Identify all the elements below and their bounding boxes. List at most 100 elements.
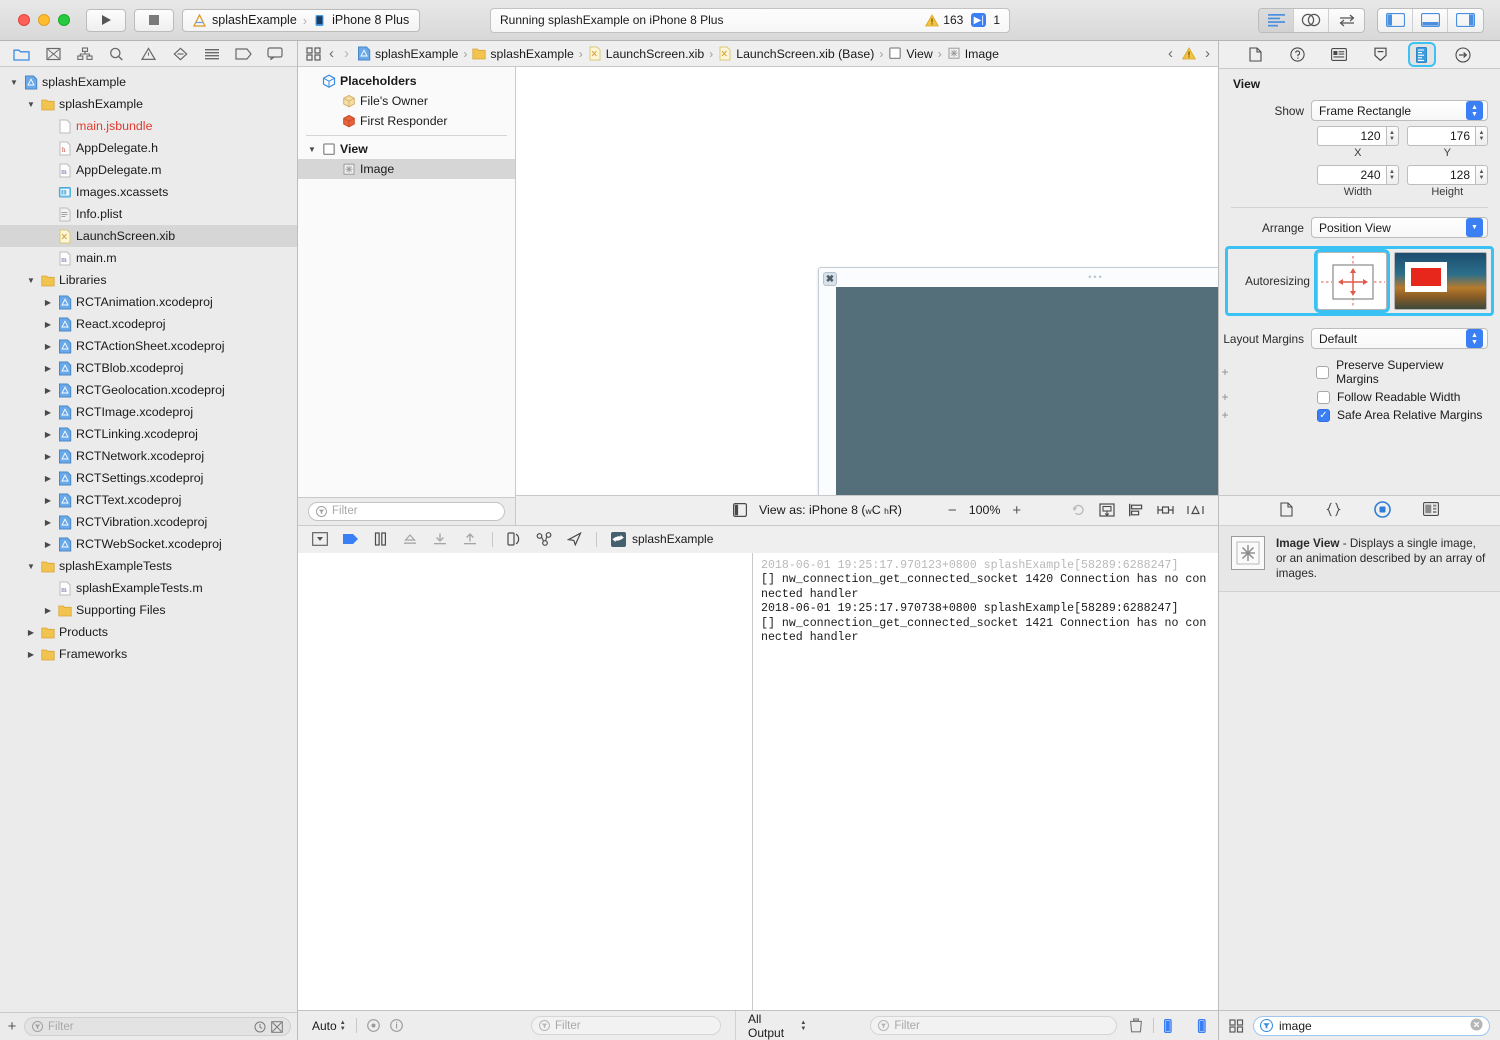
root-view[interactable] [836, 287, 1218, 525]
info-icon[interactable] [389, 1019, 403, 1032]
project-file-row[interactable]: m splashExampleTests.m [0, 577, 297, 599]
navigator-toggle-button[interactable] [1378, 8, 1413, 32]
utilities-toggle-button[interactable] [1448, 9, 1483, 32]
project-file-row[interactable]: ▶ RCTActionSheet.xcodeproj [0, 335, 297, 357]
issue-navigator-tab[interactable] [137, 45, 159, 63]
disclosure-triangle-closed-icon[interactable]: ▶ [42, 298, 54, 307]
scheme-selector[interactable]: splashExample › iPhone 8 Plus [182, 8, 421, 32]
add-constraint-icon[interactable]: + [1219, 408, 1231, 422]
source-control-navigator-tab[interactable] [42, 45, 64, 63]
project-file-row[interactable]: h AppDelegate.h [0, 137, 297, 159]
view-as-group[interactable]: View as: iPhone 8 (wC hR) − 100% + [723, 502, 1021, 519]
project-file-row[interactable]: ▼ splashExampleTests [0, 555, 297, 577]
show-variables-view-icon[interactable] [1164, 1018, 1180, 1033]
console-filter-field[interactable]: Filter [870, 1016, 1117, 1035]
disclosure-triangle-open-icon[interactable]: ▼ [25, 100, 37, 109]
zoom-out-button[interactable]: − [948, 502, 957, 519]
step-out-icon[interactable] [462, 532, 478, 546]
debug-area-toggle-button[interactable] [1413, 8, 1448, 32]
project-file-row[interactable]: main.jsbundle [0, 115, 297, 137]
variables-scope-popup[interactable]: Auto ▲ ▼ [312, 1019, 346, 1033]
breadcrumb-item[interactable]: LaunchScreen.xib (Base) [718, 46, 874, 61]
breadcrumb-item[interactable]: Image [947, 46, 999, 61]
add-constraint-icon[interactable]: + [1219, 365, 1231, 379]
width-field-group[interactable]: 240 ▲ ▼ Width [1317, 165, 1399, 198]
x-input[interactable]: 120 [1317, 126, 1386, 146]
outline-row[interactable]: ▼ View [298, 139, 515, 159]
issue-stepper[interactable]: ‹ › [1168, 45, 1210, 62]
checkbox[interactable] [1317, 390, 1330, 404]
project-file-tree[interactable]: ▼ splashExample ▼ splashExample main.jsbundl… [0, 67, 297, 1012]
outline-filter-field[interactable]: Filter [308, 501, 505, 521]
simulate-location-icon[interactable] [567, 532, 582, 546]
project-file-row[interactable]: ▶ RCTVibration.xcodeproj [0, 511, 297, 533]
margin-option-row[interactable]: + ✓ Safe Area Relative Margins [1219, 406, 1488, 424]
quick-help-inspector-tab[interactable] [1285, 44, 1309, 65]
project-file-row[interactable]: ▶ RCTNetwork.xcodeproj [0, 445, 297, 467]
disclosure-triangle-closed-icon[interactable]: ▶ [42, 320, 54, 329]
symbol-navigator-tab[interactable] [74, 45, 96, 63]
project-file-row[interactable]: ▶ RCTBlob.xcodeproj [0, 357, 297, 379]
standard-editor-button[interactable] [1259, 8, 1294, 32]
disclosure-triangle-closed-icon[interactable]: ▶ [42, 408, 54, 417]
disclosure-triangle-open-icon[interactable]: ▼ [8, 78, 20, 87]
y-input[interactable]: 176 [1406, 126, 1475, 146]
x-field-group[interactable]: 120 ▲ ▼ X [1317, 126, 1399, 159]
issue-count-group[interactable]: ▶| 1 [971, 13, 1000, 27]
margin-option-row[interactable]: + Preserve Superview Margins [1219, 356, 1488, 388]
breadcrumb-item[interactable]: splashExample [472, 46, 574, 61]
height-stepper[interactable]: ▲ ▼ [1475, 165, 1488, 185]
disclosure-triangle-open-icon[interactable]: ▼ [25, 562, 37, 571]
library-list[interactable] [1219, 592, 1500, 1010]
disclosure-triangle-closed-icon[interactable]: ▶ [42, 518, 54, 527]
step-over-icon[interactable] [402, 532, 418, 546]
disclosure-triangle-closed-icon[interactable]: ▶ [42, 430, 54, 439]
find-navigator-tab[interactable] [106, 45, 128, 63]
add-file-button[interactable]: + [6, 1018, 18, 1035]
project-file-row[interactable]: ▼ splashExample [0, 93, 297, 115]
interface-builder-canvas[interactable]: ✖ ••• ••• ••• ••• •• •• [516, 67, 1218, 525]
zoom-in-button[interactable]: + [1012, 502, 1021, 519]
debug-bar[interactable]: splashExample [298, 524, 1218, 553]
width-input[interactable]: 240 [1317, 165, 1386, 185]
arrange-popup-button[interactable]: Position View ▼ [1311, 217, 1488, 238]
outline-row[interactable]: File's Owner [298, 91, 515, 111]
minimize-window-button[interactable] [38, 14, 50, 26]
y-field-group[interactable]: 176 ▲ ▼ Y [1406, 126, 1488, 159]
project-file-row[interactable]: ▶ RCTSettings.xcodeproj [0, 467, 297, 489]
report-navigator-tab[interactable] [264, 45, 286, 63]
disclosure-triangle-closed-icon[interactable]: ▶ [42, 474, 54, 483]
outline-row[interactable]: First Responder [298, 111, 515, 131]
checkbox[interactable] [1316, 365, 1330, 379]
console-output[interactable]: 2018-06-01 19:25:17.970123+0800 splashEx… [753, 552, 1218, 1010]
project-navigator-tab[interactable] [11, 45, 33, 63]
debug-process-item[interactable]: splashExample [611, 531, 713, 547]
disclosure-triangle-closed-icon[interactable]: ▶ [42, 540, 54, 549]
library-tab-bar[interactable] [1219, 495, 1500, 525]
jump-back-button[interactable]: ‹ [327, 45, 336, 62]
inspector-tab-bar[interactable] [1219, 41, 1500, 69]
disclosure-triangle-closed-icon[interactable]: ▶ [42, 496, 54, 505]
media-library-tab[interactable] [1423, 502, 1439, 519]
breadcrumb[interactable]: splashExample › splashExample › LaunchScreen… [357, 46, 999, 61]
previous-issue-button[interactable]: ‹ [1168, 45, 1173, 62]
project-file-row[interactable]: ▶ React.xcodeproj [0, 313, 297, 335]
close-window-button[interactable] [18, 14, 30, 26]
outline-row[interactable]: Image [298, 159, 515, 179]
show-console-icon[interactable] [1190, 1018, 1206, 1033]
jump-forward-button[interactable]: › [342, 45, 351, 62]
library-search-field[interactable]: image [1253, 1015, 1490, 1036]
height-input[interactable]: 128 [1406, 165, 1475, 185]
checkbox[interactable]: ✓ [1317, 408, 1330, 422]
device-frame[interactable]: ✖ ••• ••• ••• ••• •• •• [818, 267, 1218, 525]
size-inspector-tab[interactable] [1409, 44, 1434, 65]
top-resize-dots[interactable]: ••• [1088, 272, 1103, 282]
navigator-tab-bar[interactable] [0, 41, 297, 67]
project-file-row[interactable]: m main.m [0, 247, 297, 269]
memory-graph-icon[interactable] [536, 532, 553, 546]
debug-navigator-tab[interactable] [201, 45, 223, 63]
console-scope-popup[interactable]: All Output ▲ ▼ [748, 1012, 806, 1040]
y-stepper[interactable]: ▲ ▼ [1475, 126, 1488, 146]
next-issue-button[interactable]: › [1205, 45, 1210, 62]
outline-tree[interactable]: Placeholders File's Owner First Responder ▼… [298, 67, 515, 497]
